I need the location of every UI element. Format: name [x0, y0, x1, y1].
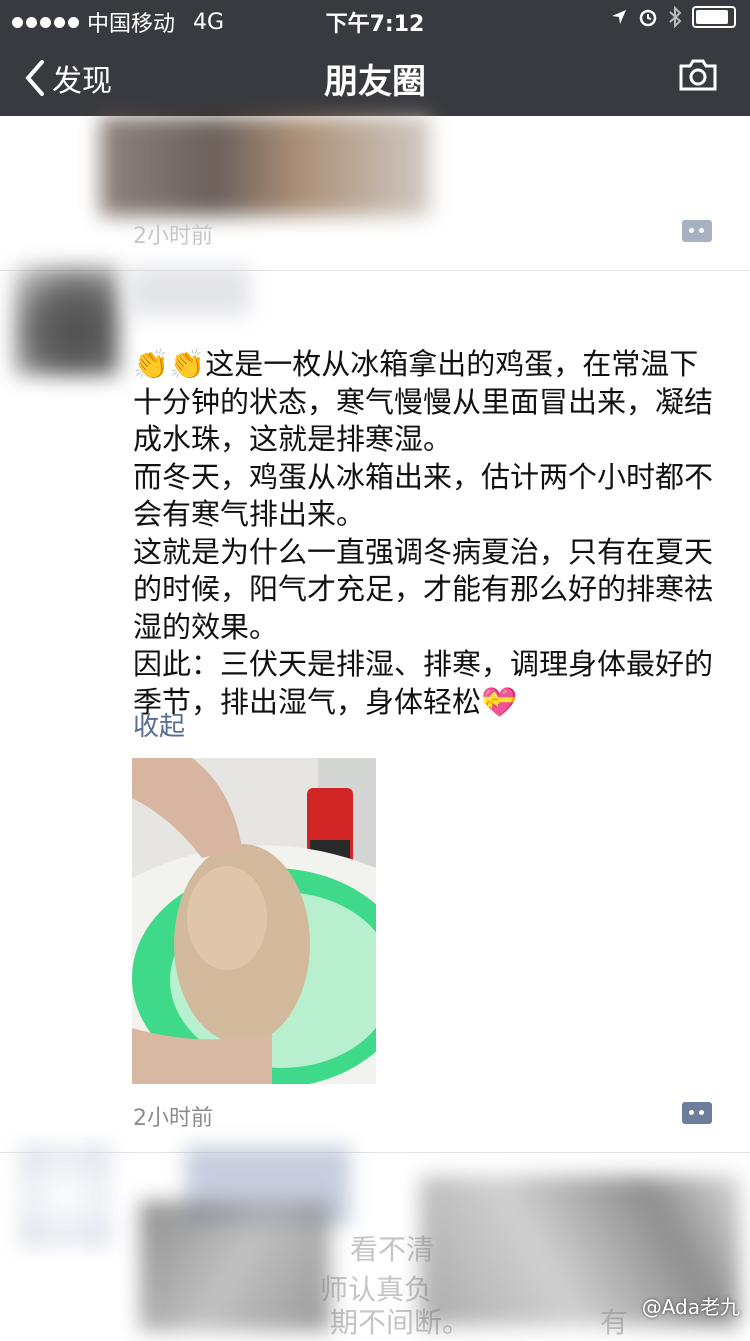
top-bar: 中国移动 4G 下午7:12 发现 朋友圈 [0, 0, 750, 116]
location-icon [612, 10, 626, 24]
status-bar: 中国移动 4G 下午7:12 [0, 0, 750, 40]
battery-icon [692, 6, 736, 28]
collapse-link[interactable]: 收起 [133, 706, 185, 743]
post-divider [0, 1152, 750, 1153]
bluetooth-icon [669, 6, 682, 28]
nav-bar: 发现 朋友圈 [0, 40, 750, 116]
page-title: 朋友圈 [324, 62, 426, 102]
camera-icon[interactable] [678, 58, 718, 92]
post-photo[interactable] [132, 758, 376, 1084]
obscured-image [100, 116, 430, 216]
egg-photo-illustration [132, 758, 376, 1084]
comment-button[interactable] [682, 220, 712, 242]
comment-button[interactable] [682, 1102, 712, 1124]
post-time: 2小时前 [133, 224, 213, 249]
avatar[interactable] [14, 266, 119, 376]
status-icons [610, 6, 736, 28]
alarm-icon [639, 9, 657, 27]
watermark: @Ada老九 [641, 1295, 740, 1319]
moments-feed[interactable]: 2小时前 👏👏这是一枚从冰箱拿出的鸡蛋，在常温下十分钟的状态，寒气慢慢从里面冒出… [0, 116, 750, 1339]
post-text: 👏👏这是一枚从冰箱拿出的鸡蛋，在常温下十分钟的状态，寒气慢慢从里面冒出来，凝结成… [133, 347, 714, 719]
avatar[interactable] [20, 1146, 110, 1246]
obscured-nickname[interactable] [130, 266, 250, 316]
obscured-text [140, 1201, 330, 1331]
post-time: 2小时前 [133, 1106, 213, 1131]
